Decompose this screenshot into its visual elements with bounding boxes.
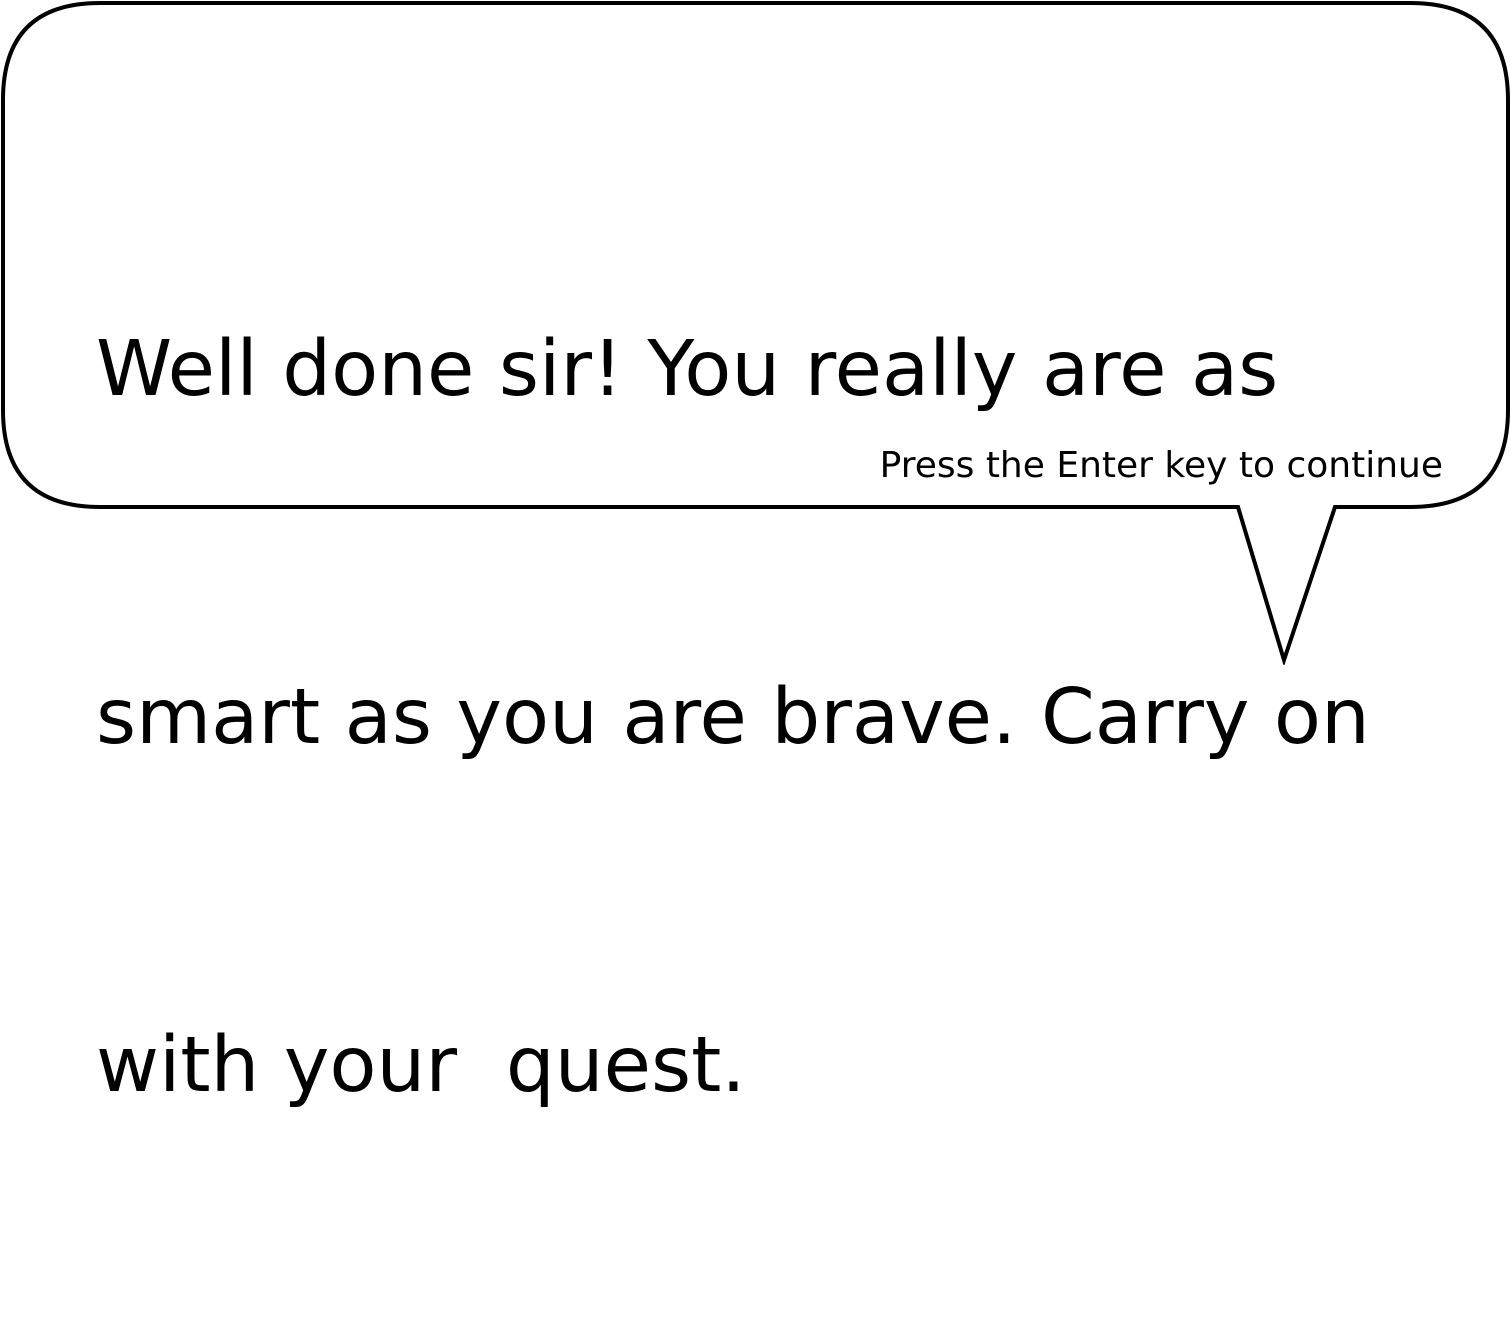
dialogue-line-3: with your quest. <box>96 1021 746 1110</box>
continue-prompt[interactable]: Press the Enter key to continue <box>880 442 1443 490</box>
dialogue-message: Well done sir! You really are as smart a… <box>96 80 1396 1330</box>
dialogue-line-2: smart as you are brave. Carry on <box>96 673 1370 762</box>
dialogue-line-1: Well done sir! You really are as <box>96 325 1279 414</box>
